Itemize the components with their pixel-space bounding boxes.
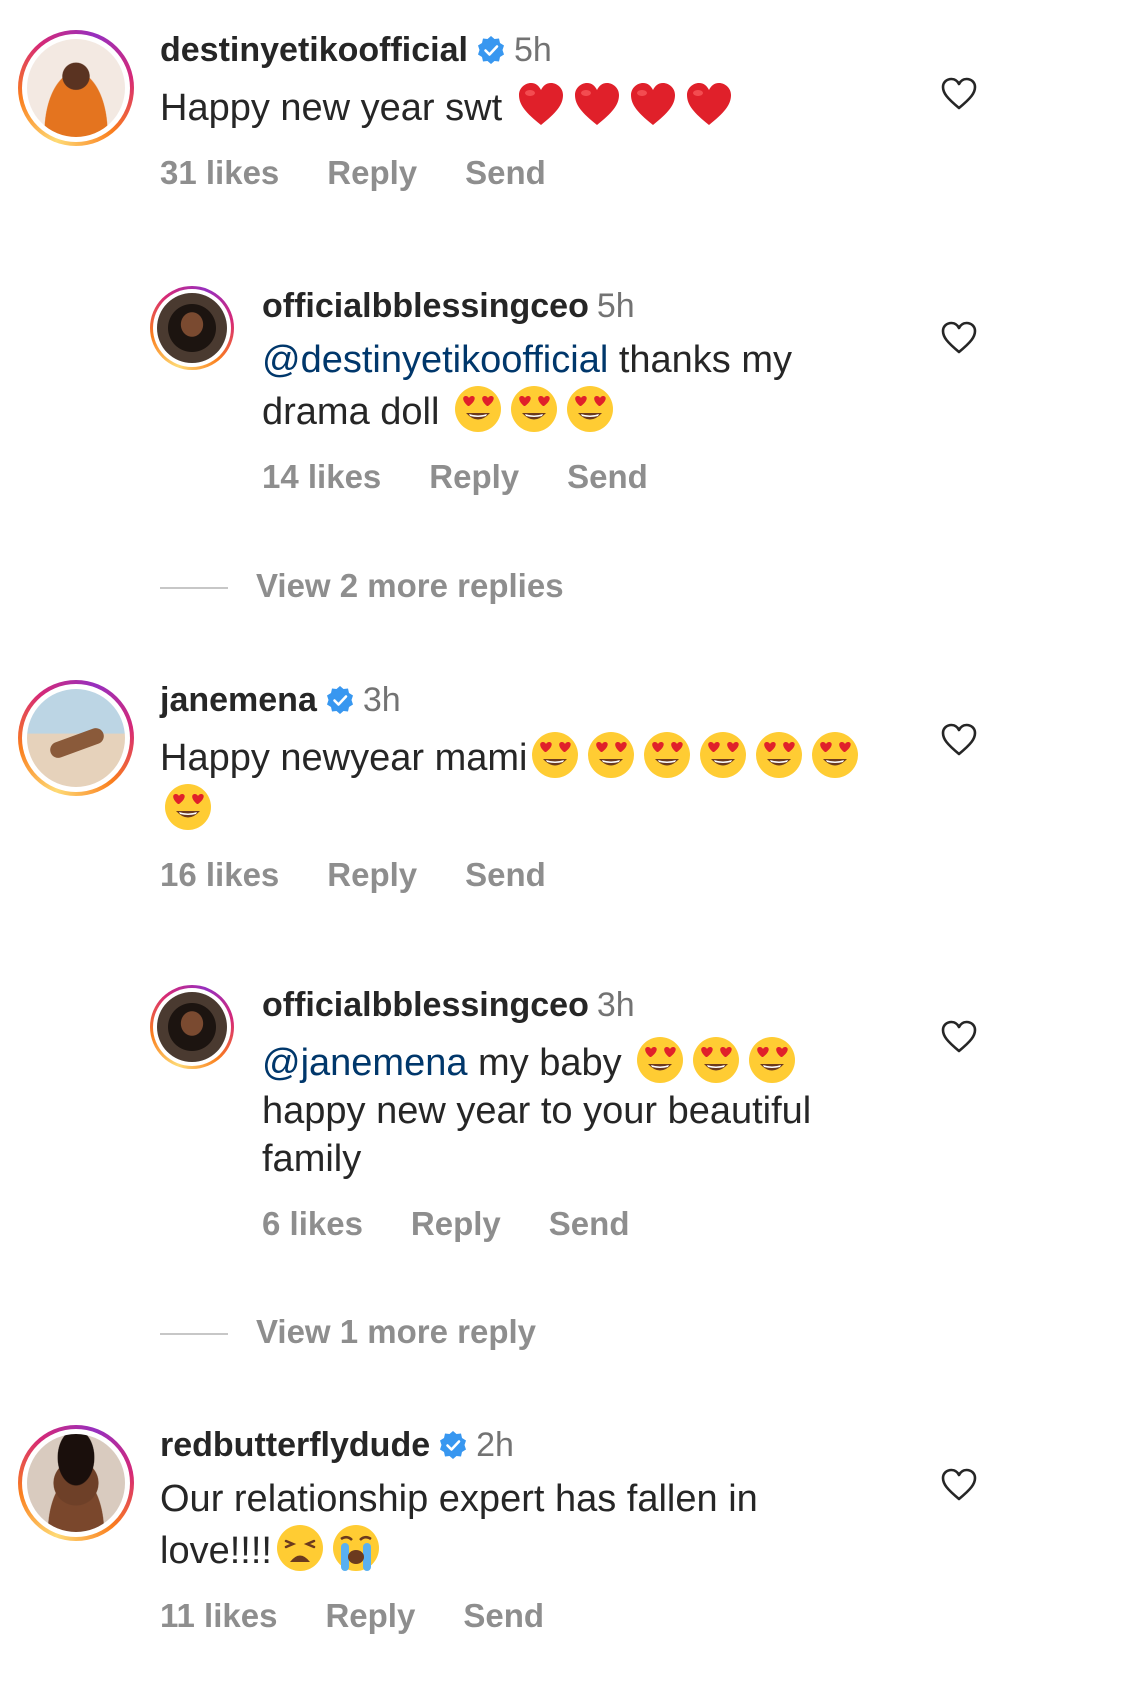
comment-text: Happy new year swt <box>160 80 955 132</box>
comment-text: @janemena my baby happy new year to your… <box>262 1035 955 1183</box>
comment-text: @destinyetikoofficial thanks my drama do… <box>262 339 793 434</box>
likes-count[interactable]: 16 likes <box>160 856 279 893</box>
verified-badge-icon <box>325 685 355 715</box>
heart-eyes-emoji <box>754 730 804 780</box>
heart-eyes-emoji <box>642 730 692 780</box>
timestamp: 3h <box>596 986 635 1024</box>
comment-text: Our relationship expert has fallen in lo… <box>160 1478 758 1573</box>
verified-badge-icon <box>476 35 506 65</box>
send-button[interactable]: Send <box>465 856 546 893</box>
likes-count[interactable]: 14 likes <box>262 458 381 495</box>
heart-eyes-emoji <box>691 1035 741 1085</box>
like-heart-icon[interactable] <box>939 74 979 114</box>
crying-face-emoji <box>331 1523 381 1573</box>
username[interactable]: redbutterflydude <box>160 1426 430 1464</box>
avatar[interactable] <box>18 680 134 796</box>
avatar[interactable] <box>18 30 134 146</box>
heart-emoji <box>516 80 566 130</box>
reply-button[interactable]: Reply <box>411 1205 501 1242</box>
likes-count[interactable]: 31 likes <box>160 154 279 191</box>
heart-eyes-emoji <box>635 1035 685 1085</box>
mention-link[interactable]: @destinyetikoofficial <box>262 339 608 381</box>
heart-eyes-emoji <box>747 1035 797 1085</box>
likes-count[interactable]: 6 likes <box>262 1205 363 1242</box>
heart-emoji <box>684 80 734 130</box>
username[interactable]: janemena <box>160 681 317 719</box>
reply-button[interactable]: Reply <box>429 458 519 495</box>
send-button[interactable]: Send <box>549 1205 630 1242</box>
timestamp: 3h <box>362 681 401 719</box>
reply-button[interactable]: Reply <box>327 154 417 191</box>
send-button[interactable]: Send <box>567 458 648 495</box>
weary-face-emoji <box>275 1523 325 1573</box>
verified-badge-icon <box>438 1430 468 1460</box>
divider-line <box>160 587 228 590</box>
heart-eyes-emoji <box>163 782 213 832</box>
like-heart-icon[interactable] <box>939 1465 979 1505</box>
heart-eyes-emoji <box>453 384 503 434</box>
heart-eyes-emoji <box>698 730 748 780</box>
avatar[interactable] <box>18 1425 134 1541</box>
like-heart-icon[interactable] <box>939 720 979 760</box>
heart-emoji <box>628 80 678 130</box>
send-button[interactable]: Send <box>463 1597 544 1634</box>
timestamp: 5h <box>513 31 552 69</box>
divider-line <box>160 1333 228 1336</box>
reply-button[interactable]: Reply <box>327 856 417 893</box>
heart-emoji <box>572 80 622 130</box>
heart-eyes-emoji <box>530 730 580 780</box>
heart-eyes-emoji <box>565 384 615 434</box>
heart-eyes-emoji <box>509 384 559 434</box>
like-heart-icon[interactable] <box>939 318 979 358</box>
avatar[interactable] <box>150 985 234 1069</box>
mention-link[interactable]: @janemena <box>262 1042 467 1084</box>
username[interactable]: destinyetikoofficial <box>160 31 468 69</box>
heart-eyes-emoji <box>810 730 860 780</box>
view-more-replies-button[interactable]: View 2 more replies <box>160 567 564 605</box>
timestamp: 2h <box>476 1426 514 1464</box>
view-more-replies-button[interactable]: View 1 more reply <box>160 1313 536 1351</box>
username[interactable]: officialbblessingceo <box>262 287 589 325</box>
username[interactable]: officialbblessingceo <box>262 986 589 1024</box>
comment-text: Happy newyear mami <box>160 730 955 834</box>
like-heart-icon[interactable] <box>939 1017 979 1057</box>
avatar[interactable] <box>150 286 234 370</box>
heart-eyes-emoji <box>586 730 636 780</box>
likes-count[interactable]: 11 likes <box>160 1597 277 1634</box>
send-button[interactable]: Send <box>465 154 546 191</box>
timestamp: 5h <box>596 287 635 325</box>
reply-button[interactable]: Reply <box>325 1597 415 1634</box>
